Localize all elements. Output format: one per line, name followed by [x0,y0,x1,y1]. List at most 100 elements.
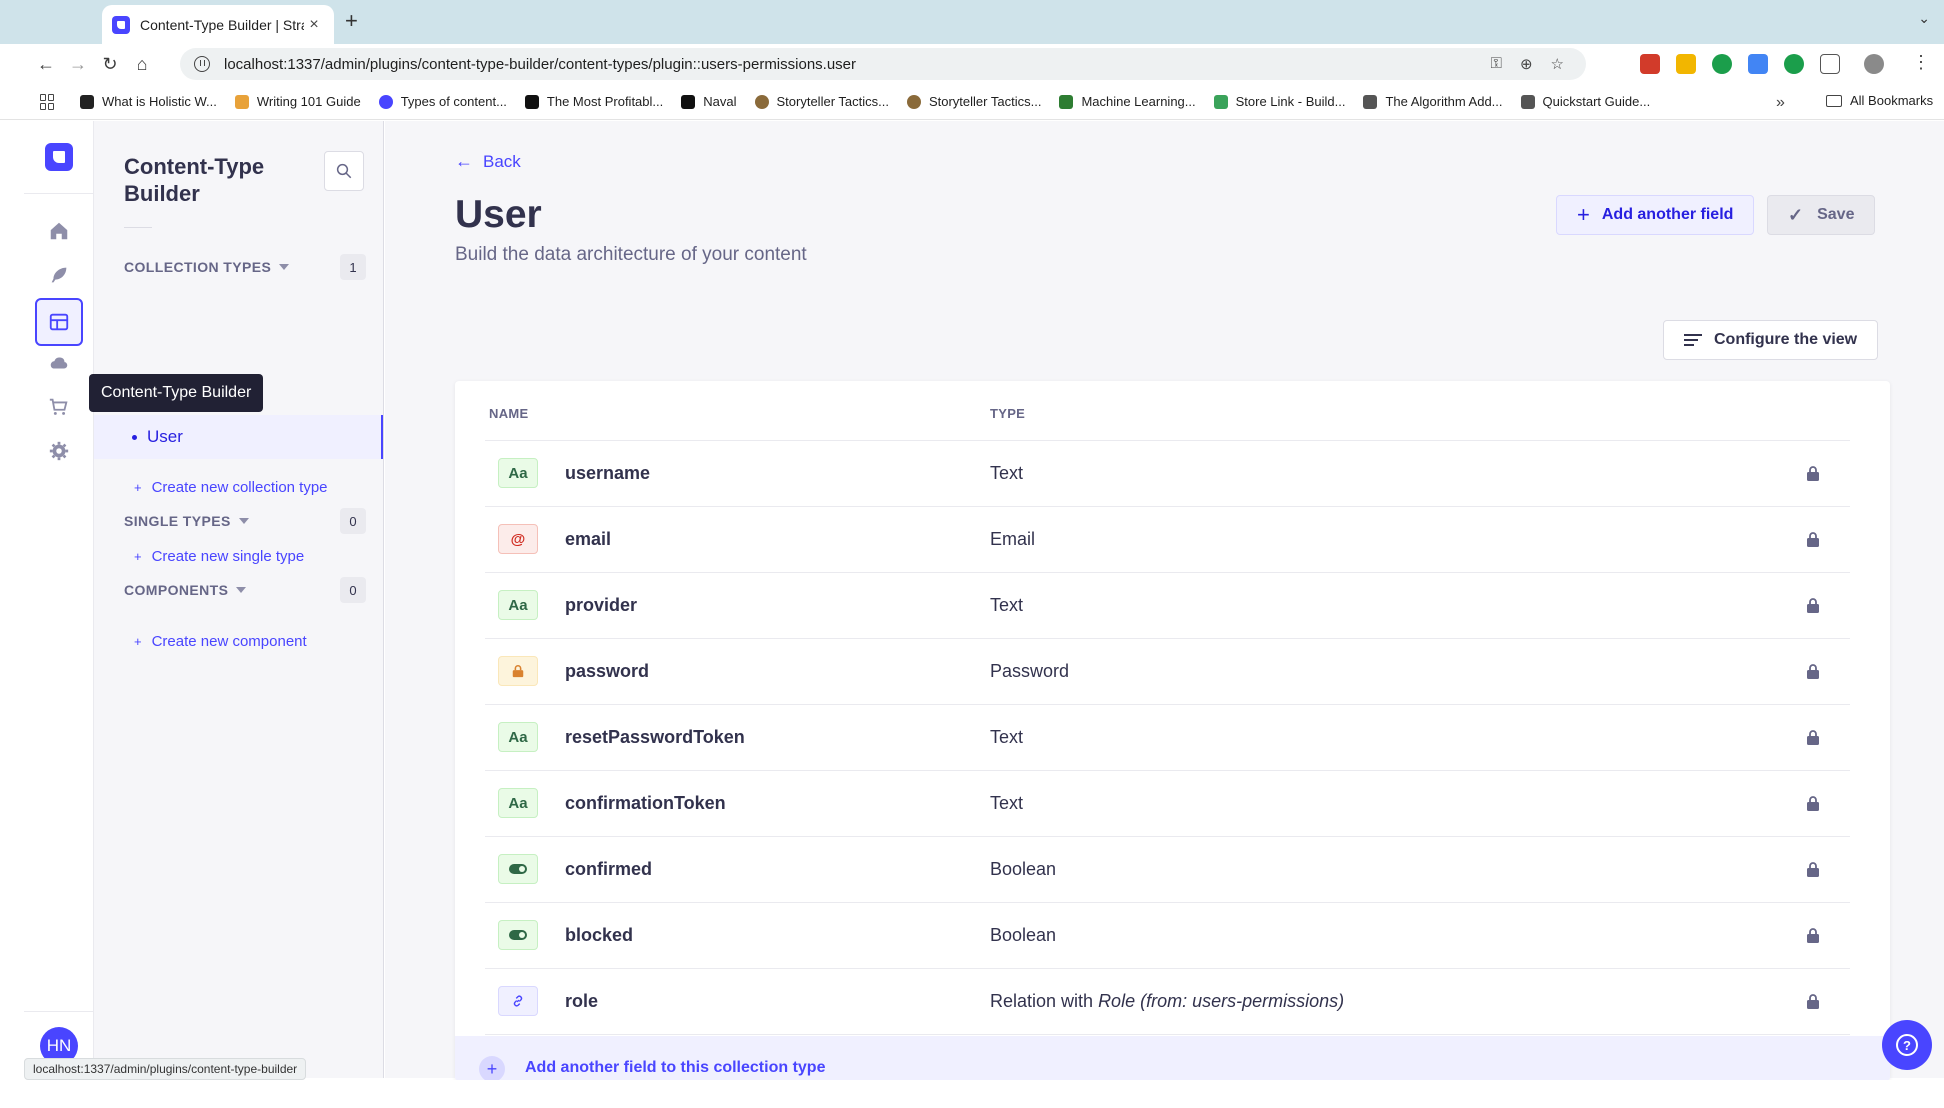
extension-icon[interactable] [1640,54,1660,74]
field-name: role [565,991,599,1011]
home-icon[interactable]: ⌂ [130,52,154,76]
subnav-item-user[interactable]: User [94,415,383,459]
bookmark-item[interactable]: Quickstart Guide... [1520,94,1650,109]
toggle-icon [509,864,527,874]
boolean-field-icon [498,854,538,884]
table-row[interactable]: confirmed Boolean [485,837,1850,903]
list-settings-icon [1684,334,1702,346]
field-name: provider [565,595,638,615]
bookmark-star-icon[interactable]: ☆ [1551,55,1564,73]
field-name: password [565,661,650,681]
divider [24,193,93,194]
plus-icon: + [134,549,142,564]
back-link[interactable]: ← Back [455,151,521,172]
arrow-left-icon: ← [455,151,473,171]
table-row[interactable]: password Password [485,639,1850,705]
nav-tooltip: Content-Type Builder [89,374,264,412]
add-another-field-button[interactable]: + Add another field [1556,195,1755,235]
table-row[interactable]: Aa confirmationToken Text [485,771,1850,837]
text-field-icon: Aa [498,788,538,818]
create-component-link[interactable]: + Create new component [134,633,307,650]
cart-icon [49,398,68,415]
table-row[interactable]: Aa username Text [485,441,1850,507]
bookmark-item[interactable]: Naval [681,94,737,109]
help-button[interactable]: ? [1882,1020,1932,1070]
plus-icon: + [134,634,142,649]
window-bottom-edge [0,1080,1944,1108]
table-row[interactable]: @ email Email [485,507,1850,573]
address-bar[interactable]: localhost:1337/admin/plugins/content-typ… [180,48,1586,80]
text-field-icon: Aa [498,590,538,620]
table-row[interactable]: Aa resetPasswordToken Text [485,705,1850,771]
main-nav: HN [24,121,94,1078]
table-row[interactable]: Aa provider Text [485,573,1850,639]
apps-grid-icon[interactable] [40,93,56,110]
forward-arrow-icon[interactable]: → [66,52,90,76]
extensions-puzzle-icon[interactable] [1820,54,1840,74]
bookmark-item[interactable]: Writing 101 Guide [234,94,361,109]
bookmarks-overflow-button[interactable]: » [1776,94,1785,112]
section-label: SINGLE TYPES [124,513,231,529]
strapi-logo-icon[interactable] [45,143,73,171]
bookmark-favicon-icon [234,94,249,109]
password-key-icon[interactable]: ⚿ [1491,55,1502,73]
bookmark-item[interactable]: Storyteller Tactics... [754,94,889,109]
bookmarks-bar: What is Holistic W... Writing 101 Guide … [0,84,1944,120]
field-type: Email [990,529,1036,549]
tab-close-icon[interactable]: × [304,16,324,34]
subnav-search-button[interactable] [324,151,364,191]
bookmark-favicon-icon [524,94,539,109]
section-components[interactable]: COMPONENTS 0 [124,575,366,605]
reload-icon[interactable]: ↻ [98,52,122,76]
nav-settings[interactable] [35,427,83,475]
new-tab-button[interactable]: + [345,8,358,34]
extension-icon[interactable] [1676,54,1696,74]
bookmark-item[interactable]: Store Link - Build... [1213,94,1345,109]
field-type: Text [990,463,1024,483]
bookmark-item[interactable]: Machine Learning... [1059,94,1196,109]
configure-view-button[interactable]: Configure the view [1663,320,1879,360]
field-type: Text [990,793,1024,813]
field-name: blocked [565,925,634,945]
field-type: Text [990,727,1024,747]
lock-icon [1807,466,1819,481]
field-type: Password [990,661,1070,681]
field-name: resetPasswordToken [565,727,745,747]
table-row[interactable]: blocked Boolean [485,903,1850,969]
add-field-footer-button[interactable]: + Add another field to this collection t… [455,1036,1890,1081]
create-single-type-link[interactable]: + Create new single type [134,548,304,565]
create-collection-type-link[interactable]: + Create new collection type [134,479,328,496]
bookmark-item[interactable]: Types of content... [378,94,507,109]
browser-tab-active[interactable]: Content-Type Builder | Strapi × [102,5,334,44]
bookmark-favicon-icon [378,94,393,109]
section-single-types[interactable]: SINGLE TYPES 0 [124,506,366,536]
profile-avatar-icon[interactable] [1864,54,1884,74]
nav-content-manager[interactable] [35,251,83,299]
bookmark-item[interactable]: What is Holistic W... [80,94,217,109]
zoom-icon[interactable]: ⊕ [1520,55,1533,73]
bookmark-item[interactable]: Storyteller Tactics... [906,94,1041,109]
extension-icon[interactable] [1712,54,1732,74]
bookmark-item[interactable]: The Most Profitabl... [524,94,663,109]
extension-icon[interactable] [1784,54,1804,74]
browser-menu-icon[interactable]: ⋮ [1912,52,1930,73]
nav-cloud[interactable] [35,339,83,387]
bookmark-item[interactable]: The Algorithm Add... [1363,94,1503,109]
plus-icon: + [1577,202,1590,227]
bookmark-favicon-icon [1520,94,1535,109]
lock-icon [1807,994,1819,1009]
all-bookmarks-button[interactable]: All Bookmarks [1826,93,1933,108]
tab-search-chevron-icon[interactable]: ⌄ [1918,10,1930,27]
address-url[interactable]: localhost:1337/admin/plugins/content-typ… [224,56,1491,73]
back-arrow-icon[interactable]: ← [34,52,58,76]
save-button[interactable]: ✓ Save [1767,195,1876,235]
section-collection-types[interactable]: COLLECTION TYPES 1 [124,252,366,282]
field-type: Relation with Role (from: users-permissi… [990,991,1345,1011]
folder-icon [1826,94,1842,107]
feather-icon [51,267,67,283]
nav-home[interactable] [35,207,83,255]
table-row[interactable]: role Relation with Role (from: users-per… [485,969,1850,1035]
extension-icon[interactable] [1748,54,1768,74]
site-info-icon[interactable] [194,56,210,72]
nav-marketplace[interactable] [35,383,83,431]
